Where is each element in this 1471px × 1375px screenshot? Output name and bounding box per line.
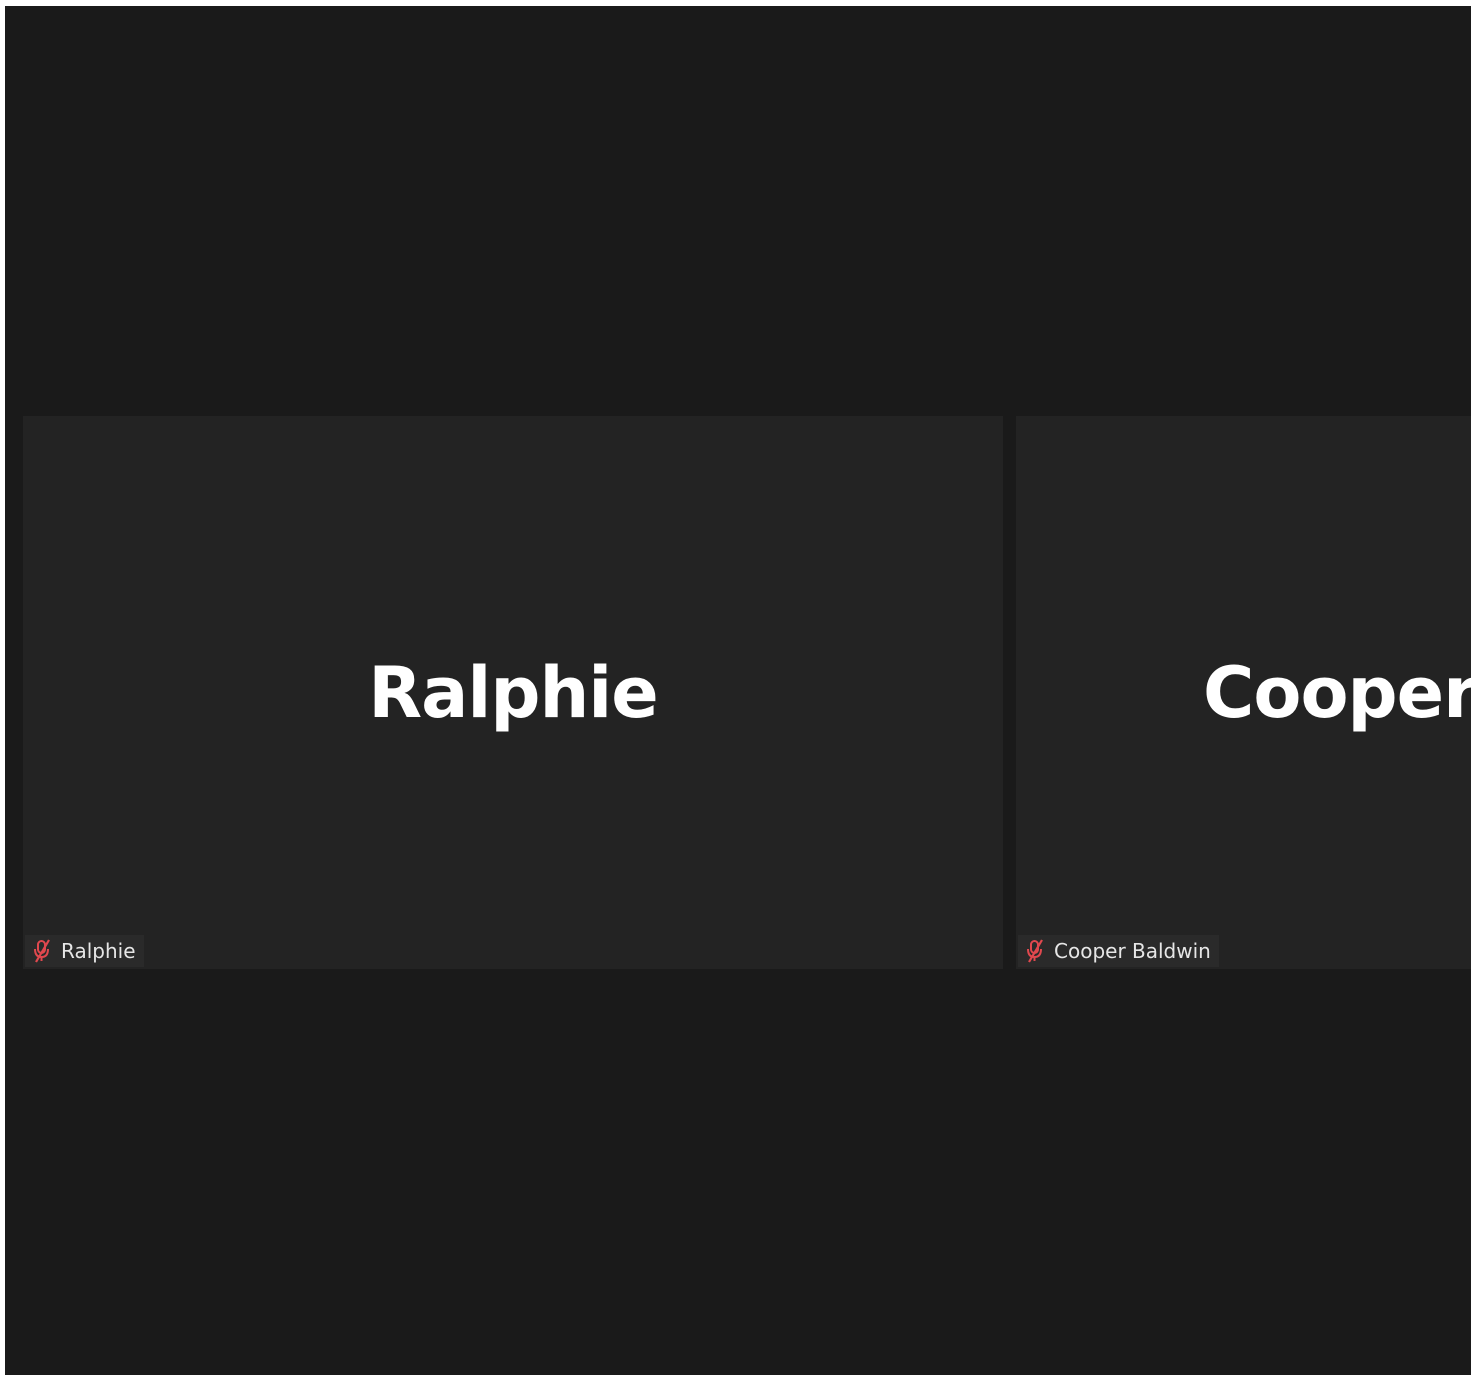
participant-name-label: Cooper Baldwin	[1018, 935, 1219, 967]
microphone-muted-icon	[31, 939, 53, 963]
microphone-muted-icon	[1024, 939, 1046, 963]
meeting-window: Ralphie Ralphie Cooper Cooper Baldwin	[5, 6, 1471, 1375]
participant-label-text: Ralphie	[61, 939, 136, 963]
participant-label-text: Cooper Baldwin	[1054, 939, 1211, 963]
participant-name-label: Ralphie	[25, 935, 144, 967]
participant-tile-ralphie[interactable]: Ralphie Ralphie	[23, 416, 1003, 969]
participant-display-name: Ralphie	[368, 652, 659, 734]
participant-display-name: Cooper	[1203, 652, 1471, 734]
participant-tile-cooper[interactable]: Cooper Cooper Baldwin	[1016, 416, 1471, 969]
